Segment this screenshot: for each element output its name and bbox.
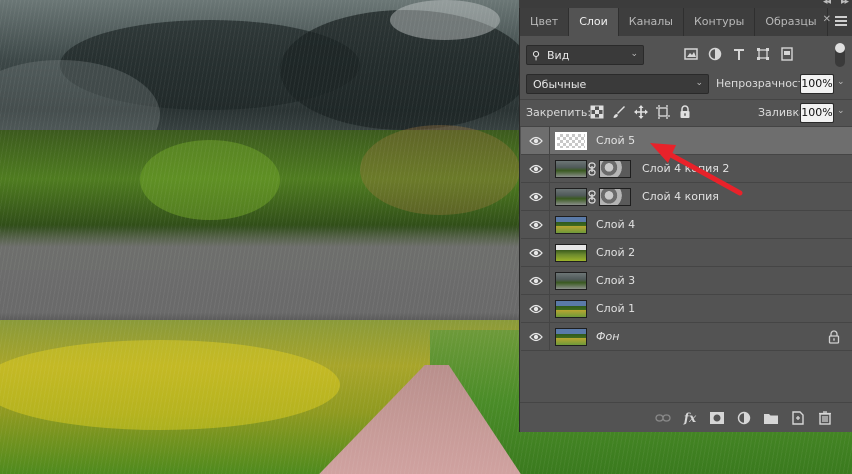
adjustment-filter-icon[interactable] [708, 47, 722, 61]
layer-thumbnail[interactable] [555, 300, 587, 318]
lock-icon[interactable] [828, 330, 840, 344]
footer-icons: fx [655, 411, 833, 425]
new-layer-icon[interactable] [790, 411, 806, 425]
lock-label: Закрепить: [526, 106, 592, 119]
separator [549, 323, 550, 351]
layer-thumbnail[interactable] [555, 132, 587, 150]
separator [549, 267, 550, 295]
tab-paths[interactable]: Контуры [684, 8, 756, 36]
chevron-down-icon: ⌄ [695, 78, 703, 88]
opacity-chevron-icon[interactable]: ⌄ [837, 77, 845, 87]
link-chain-icon[interactable] [588, 190, 596, 204]
layer-row[interactable]: Слой 3 [521, 267, 852, 295]
separator [549, 239, 550, 267]
panel-top-strip: ▸▸ ◂◂ [519, 0, 852, 8]
eye-icon[interactable] [529, 303, 543, 315]
divider [520, 99, 852, 100]
panel-tabs: Цвет Слои Каналы Контуры Образцы ✕ [520, 8, 852, 36]
link-chain-icon[interactable] [588, 162, 596, 176]
layer-thumbnail[interactable] [555, 272, 587, 290]
eye-icon[interactable] [529, 135, 543, 147]
layer-name[interactable]: Фон [596, 330, 619, 343]
lock-transparency-icon[interactable] [590, 105, 604, 119]
eye-icon[interactable] [529, 275, 543, 287]
filter-row: ⚲ Вид ⌄ [526, 43, 846, 67]
pixel-filter-icon[interactable] [684, 47, 698, 61]
shape-filter-icon[interactable] [756, 47, 770, 61]
filter-icons [684, 47, 794, 61]
layer-name[interactable]: Слой 5 [596, 134, 635, 147]
layer-row[interactable]: Слой 4 копия 2 [521, 155, 852, 183]
lock-position-move-icon[interactable] [634, 105, 648, 119]
blend-mode-value: Обычные [533, 78, 587, 91]
lock-pixels-brush-icon[interactable] [612, 105, 626, 119]
chevron-down-icon: ⌄ [630, 49, 638, 59]
layer-thumbnail[interactable] [555, 188, 587, 206]
adjustment-layer-icon[interactable] [736, 411, 752, 425]
fill-chevron-icon[interactable]: ⌄ [837, 106, 845, 116]
layer-thumbnail[interactable] [555, 328, 587, 346]
blend-mode-select[interactable]: Обычные ⌄ [526, 74, 709, 94]
eye-icon[interactable] [529, 219, 543, 231]
collapse-icon[interactable]: ▸▸ [841, 0, 849, 7]
layer-thumbnail[interactable] [555, 244, 587, 262]
layer-row[interactable]: Слой 2 [521, 239, 852, 267]
eye-icon[interactable] [529, 331, 543, 343]
separator [549, 211, 550, 239]
search-icon: ⚲ [532, 49, 541, 62]
layer-row[interactable]: Слой 4 [521, 211, 852, 239]
eye-icon[interactable] [529, 247, 543, 259]
folder-icon[interactable] [763, 411, 779, 425]
tab-layers[interactable]: Слои [569, 8, 619, 36]
layer-row[interactable]: Слой 1 [521, 295, 852, 323]
link-layers-icon[interactable] [655, 411, 671, 425]
add-mask-icon[interactable] [709, 411, 725, 425]
layers-list: Слой 5 Слой 4 копия 2 Слой 4 копия Слой … [521, 127, 852, 397]
eye-icon[interactable] [529, 163, 543, 175]
layer-mask-thumbnail[interactable] [599, 160, 631, 178]
lock-row: Закрепить: Заливка: 100% ⌄ [526, 103, 846, 123]
separator [549, 183, 550, 211]
type-filter-icon[interactable] [732, 47, 746, 61]
tab-channels[interactable]: Каналы [619, 8, 684, 36]
lock-artboard-icon[interactable] [656, 105, 670, 119]
layer-row[interactable]: Слой 4 копия [521, 183, 852, 211]
fill-input[interactable]: 100% [800, 103, 834, 123]
tab-color[interactable]: Цвет [520, 8, 570, 36]
layer-name[interactable]: Слой 1 [596, 302, 635, 315]
filter-kind-label: Вид [547, 49, 570, 62]
expand-icon[interactable]: ◂◂ [823, 0, 831, 7]
trash-icon[interactable] [817, 411, 833, 425]
lock-icons [590, 105, 692, 119]
lock-all-icon[interactable] [678, 105, 692, 119]
layer-name[interactable]: Слой 4 [596, 218, 635, 231]
separator [549, 295, 550, 323]
layer-name[interactable]: Слой 4 копия [642, 190, 719, 203]
layer-row[interactable]: Слой 5 [521, 127, 852, 155]
opacity-input[interactable]: 100% [800, 74, 834, 94]
layer-name[interactable]: Слой 3 [596, 274, 635, 287]
eye-icon[interactable] [529, 191, 543, 203]
separator [549, 127, 550, 155]
smart-object-filter-icon[interactable] [780, 47, 794, 61]
layer-thumbnail[interactable] [555, 216, 587, 234]
layer-row[interactable]: Фон [521, 323, 852, 351]
layer-thumbnail[interactable] [555, 160, 587, 178]
separator [549, 155, 550, 183]
panel-footer: fx [520, 402, 852, 432]
layers-panel: Цвет Слои Каналы Контуры Образцы ✕ ⚲ Вид… [519, 8, 852, 432]
layer-name[interactable]: Слой 4 копия 2 [642, 162, 729, 175]
filter-kind-select[interactable]: ⚲ Вид ⌄ [526, 45, 644, 65]
fx-icon[interactable]: fx [682, 411, 698, 425]
layer-mask-thumbnail[interactable] [599, 188, 631, 206]
layer-name[interactable]: Слой 2 [596, 246, 635, 259]
blend-row: Обычные ⌄ Непрозрачность: 100% ⌄ [526, 74, 846, 94]
panel-menu-icon[interactable] [835, 16, 847, 26]
close-icon[interactable]: ✕ [823, 14, 831, 25]
filter-toggle[interactable] [835, 43, 845, 67]
tab-swatches[interactable]: Образцы [755, 8, 828, 36]
